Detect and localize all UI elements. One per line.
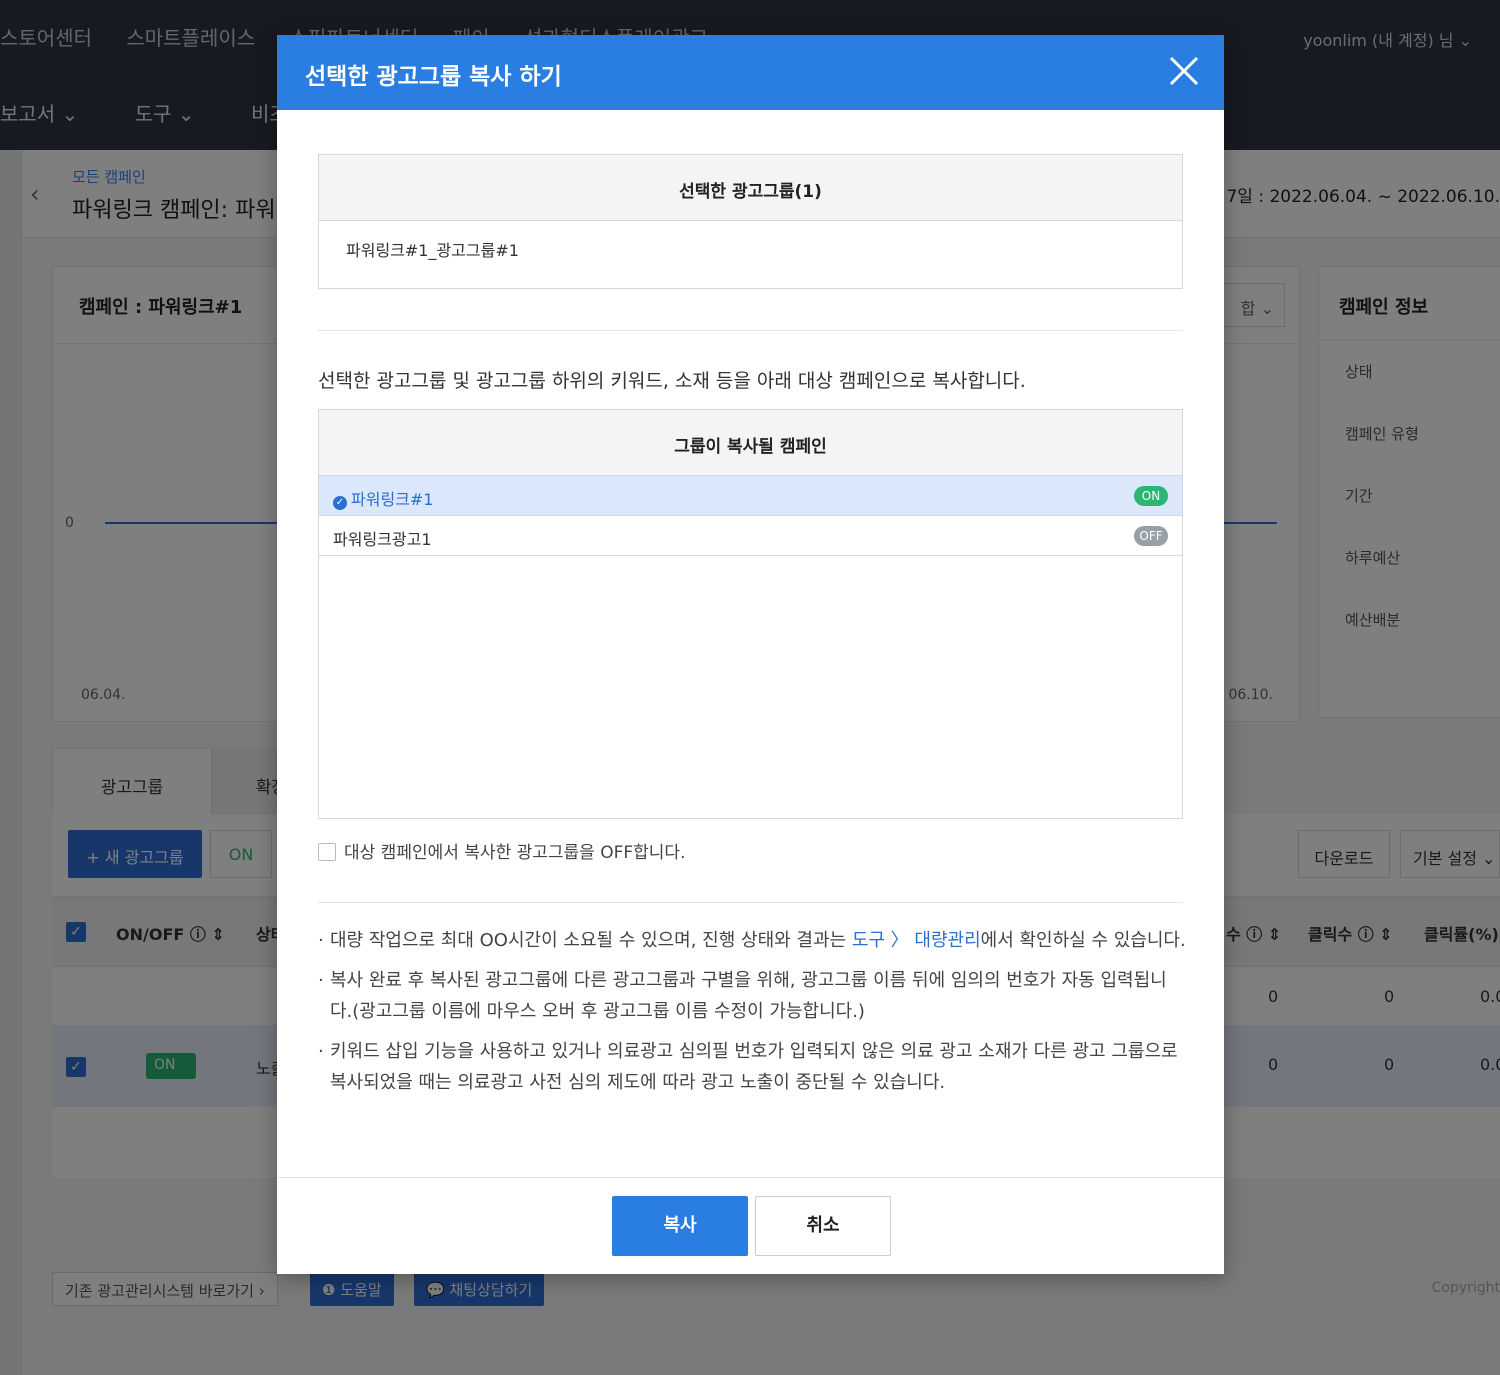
notice-text: 키워드 삽입 기능을 사용하고 있거나 의료광고 심의필 번호가 입력되지 않은…	[330, 1041, 1178, 1093]
bulk-management-link[interactable]: 도구 〉 대량관리	[852, 930, 981, 951]
notice-item: · 대량 작업으로 최대 OO시간이 소요될 수 있으며, 진행 상태와 결과는…	[318, 925, 1188, 956]
campaign-option-selected[interactable]: ✓ 파워링크#1 ON	[319, 476, 1182, 516]
campaign-name: 파워링크#1	[351, 490, 434, 509]
divider	[277, 1177, 1224, 1178]
notice-item: · 키워드 삽입 기능을 사용하고 있거나 의료광고 심의필 번호가 입력되지 …	[318, 1036, 1188, 1098]
campaign-name: 파워링크광고1	[333, 530, 432, 549]
status-badge-off: OFF	[1134, 526, 1168, 546]
notice-text: 에서 확인하실 수 있습니다.	[980, 930, 1186, 951]
off-option[interactable]: 대상 캠페인에서 복사한 광고그룹을 OFF합니다.	[318, 838, 685, 863]
copy-button[interactable]: 복사	[612, 1196, 748, 1256]
copy-description: 선택한 광고그룹 및 광고그룹 하위의 키워드, 소재 등을 아래 대상 캠페인…	[318, 370, 1026, 392]
target-campaign-header: 그룹이 복사될 캠페인	[319, 410, 1182, 476]
selected-ad-groups-box: 선택한 광고그룹(1) 파워링크#1_광고그룹#1	[318, 154, 1183, 289]
bullet: ·	[318, 1041, 324, 1062]
notice-text: 복사 완료 후 복사된 광고그룹에 다른 광고그룹과 구별을 위해, 광고그룹 …	[330, 970, 1167, 1022]
cancel-button[interactable]: 취소	[755, 1196, 891, 1256]
copy-ad-group-dialog: 선택한 광고그룹 복사 하기 선택한 광고그룹(1) 파워링크#1_광고그룹#1…	[277, 35, 1224, 1274]
bullet: ·	[318, 930, 324, 951]
dialog-title: 선택한 광고그룹 복사 하기	[305, 64, 562, 90]
off-option-checkbox[interactable]	[318, 843, 336, 861]
notice-text: 대량 작업으로 최대 OO시간이 소요될 수 있으며, 진행 상태와 결과는	[330, 930, 852, 951]
dialog-header: 선택한 광고그룹 복사 하기	[277, 35, 1224, 110]
check-circle-icon: ✓	[333, 496, 347, 510]
divider	[318, 902, 1183, 903]
status-badge-on: ON	[1134, 486, 1168, 506]
campaign-option-label: ✓ 파워링크#1	[333, 486, 433, 510]
campaign-option[interactable]: 파워링크광고1 OFF	[319, 516, 1182, 556]
divider	[318, 330, 1183, 331]
notice-item: · 복사 완료 후 복사된 광고그룹에 다른 광고그룹과 구별을 위해, 광고그…	[318, 965, 1188, 1027]
target-campaign-list: 그룹이 복사될 캠페인 ✓ 파워링크#1 ON 파워링크광고1 OFF	[318, 409, 1183, 819]
selected-ad-group-item: 파워링크#1_광고그룹#1	[346, 241, 519, 260]
selected-ad-groups-header: 선택한 광고그룹(1)	[319, 155, 1182, 221]
notice-list: · 대량 작업으로 최대 OO시간이 소요될 수 있으며, 진행 상태와 결과는…	[318, 925, 1188, 1107]
off-option-label: 대상 캠페인에서 복사한 광고그룹을 OFF합니다.	[344, 843, 686, 863]
close-icon[interactable]	[1166, 53, 1202, 89]
bullet: ·	[318, 970, 324, 991]
